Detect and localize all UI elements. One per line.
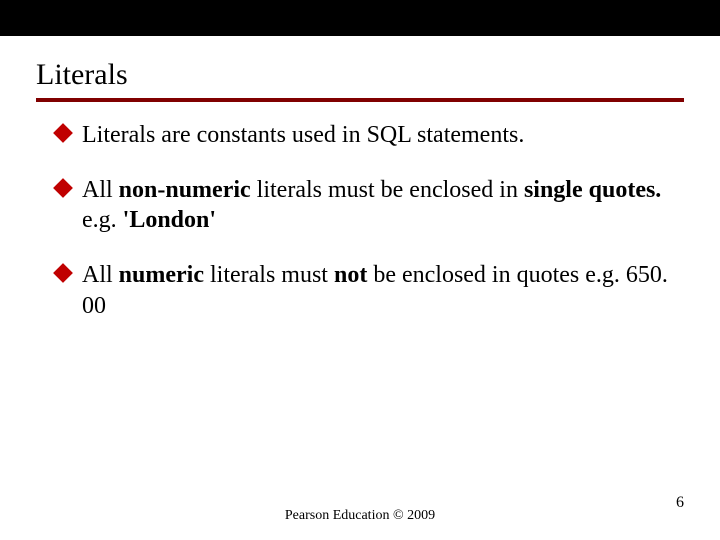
diamond-bullet-icon bbox=[53, 263, 73, 283]
footer-copyright: Pearson Education © 2009 bbox=[0, 508, 720, 524]
title-block: Literals bbox=[0, 36, 720, 102]
bullet-item: All numeric literals must not be enclose… bbox=[56, 260, 680, 321]
slide-title: Literals bbox=[36, 58, 684, 92]
bullet-text: All numeric literals must not be enclose… bbox=[82, 262, 668, 319]
bullet-text: All non-numeric literals must be enclose… bbox=[82, 177, 661, 234]
page-number: 6 bbox=[676, 494, 684, 512]
slide-body: Literals are constants used in SQL state… bbox=[0, 102, 720, 322]
bullet-text: Literals are constants used in SQL state… bbox=[82, 122, 524, 148]
diamond-bullet-icon bbox=[53, 178, 73, 198]
diamond-bullet-icon bbox=[53, 123, 73, 143]
slide: Literals Literals are constants used in … bbox=[0, 36, 720, 540]
bullet-item: Literals are constants used in SQL state… bbox=[56, 120, 680, 151]
bullet-item: All non-numeric literals must be enclose… bbox=[56, 175, 680, 236]
